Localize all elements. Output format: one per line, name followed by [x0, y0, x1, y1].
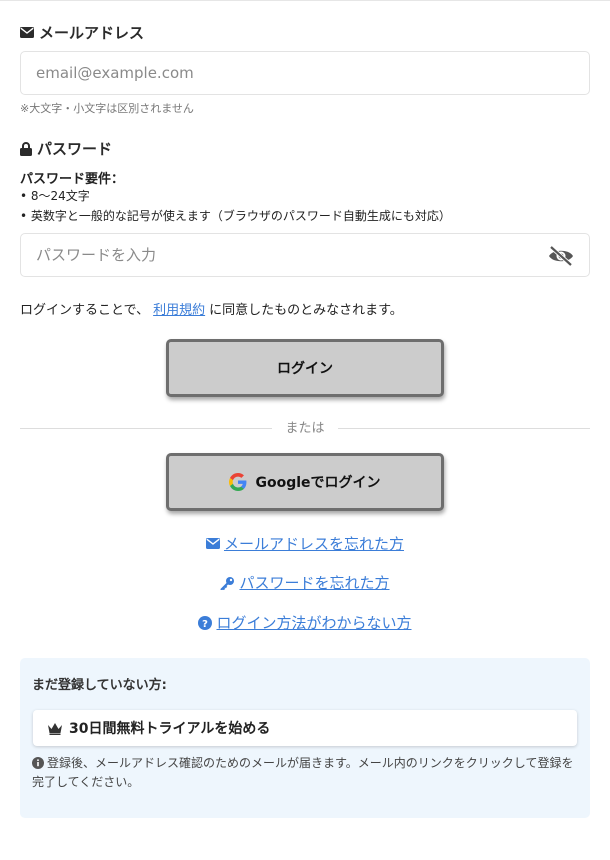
question-circle-icon: ?	[198, 615, 213, 630]
google-icon	[229, 473, 247, 491]
google-button-label: Googleでログイン	[255, 475, 381, 491]
email-field[interactable]	[20, 51, 590, 95]
password-label-text: パスワード	[37, 140, 113, 158]
signup-panel: まだ登録していない方: 30日間無料トライアルを始める 登録後、メールアドレス確…	[20, 658, 590, 818]
email-note: ※大文字・小文字は区別されません	[20, 102, 194, 115]
password-requirements-title: パスワード要件：	[20, 172, 125, 187]
terms-text-before: ログインすることで、	[20, 303, 150, 318]
top-border	[0, 0, 610, 1]
start-trial-label: 30日間無料トライアルを始める	[69, 721, 271, 737]
forgot-password-link[interactable]: パスワードを忘れた方	[0, 572, 610, 593]
password-field[interactable]	[20, 233, 590, 277]
svg-text:?: ?	[203, 619, 209, 630]
forgot-email-link[interactable]: メールアドレスを忘れた方	[0, 533, 610, 554]
envelope-icon	[205, 538, 220, 549]
start-trial-button[interactable]: 30日間無料トライアルを始める	[33, 710, 577, 746]
password-requirement-item: • 8〜24文字	[20, 189, 90, 203]
terms-text-after: に同意したものとみなされます。	[209, 303, 403, 318]
login-help-link[interactable]: ? ログイン方法がわからない方	[0, 612, 610, 633]
login-help-label: ログイン方法がわからない方	[216, 614, 412, 632]
login-button-label: ログイン	[277, 361, 333, 377]
email-input[interactable]	[36, 64, 516, 82]
forgot-password-label: パスワードを忘れた方	[239, 574, 390, 592]
crown-icon	[48, 722, 62, 735]
lock-icon	[20, 141, 32, 156]
password-requirement-item: • 英数字と一般的な記号が使えます（ブラウザのパスワード自動生成にも対応）	[20, 209, 451, 223]
divider-text: または	[285, 421, 325, 436]
google-login-button[interactable]: Googleでログイン	[166, 453, 444, 511]
signup-info-text: 登録後、メールアドレス確認のためのメールが届きます。メール内のリンクをクリックし…	[32, 756, 574, 789]
key-icon	[220, 576, 235, 590]
password-input[interactable]	[36, 246, 516, 264]
terms-notice: ログインすることで、 利用規約 に同意したものとみなされます。	[20, 299, 403, 318]
info-circle-icon	[32, 757, 44, 769]
email-label: メールアドレス	[20, 22, 144, 43]
login-button[interactable]: ログイン	[166, 339, 444, 397]
email-label-text: メールアドレス	[39, 24, 145, 42]
envelope-icon	[20, 27, 34, 38]
eye-slash-icon[interactable]	[547, 244, 575, 268]
password-label: パスワード	[20, 138, 112, 159]
signup-title: まだ登録していない方:	[32, 678, 167, 693]
or-divider: または	[20, 419, 590, 439]
forgot-email-label: メールアドレスを忘れた方	[223, 535, 404, 553]
signup-info: 登録後、メールアドレス確認のためのメールが届きます。メール内のリンクをクリックし…	[32, 754, 580, 792]
terms-link[interactable]: 利用規約	[153, 303, 205, 318]
